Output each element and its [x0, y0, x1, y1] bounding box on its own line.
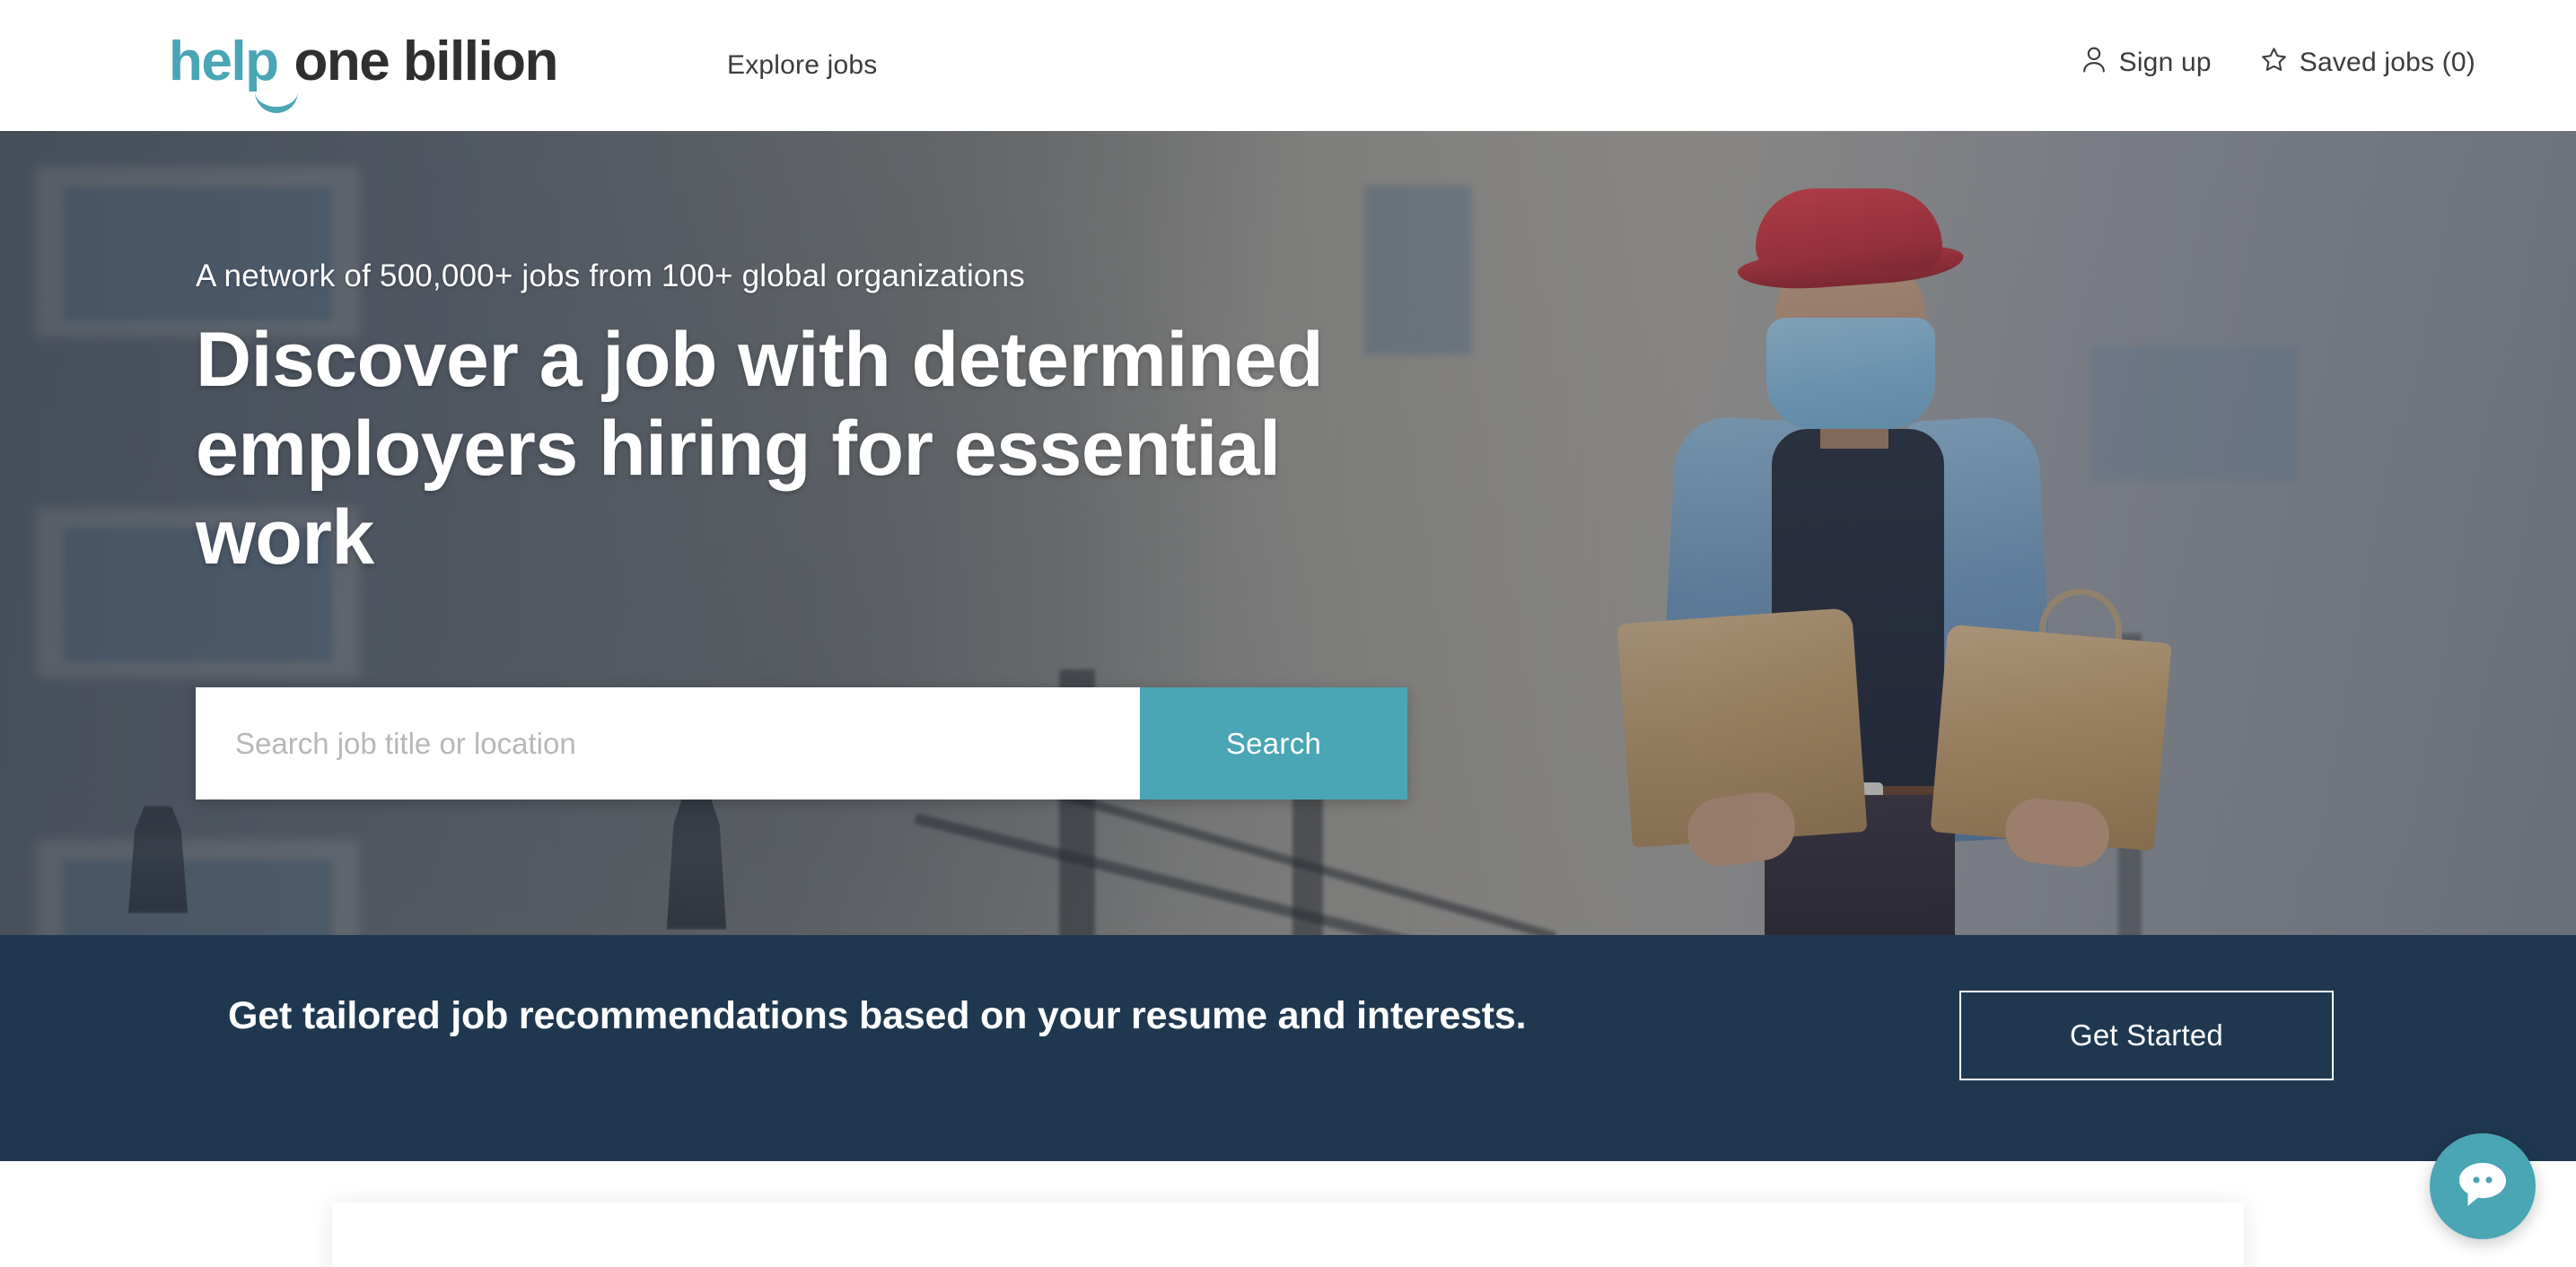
user-icon: [2081, 45, 2107, 81]
saved-jobs-button[interactable]: Saved jobs (0): [2260, 46, 2475, 81]
logo-one-billion-text: one billion: [294, 31, 558, 92]
chat-widget-button[interactable]: [2430, 1133, 2536, 1239]
saved-jobs-label: Saved jobs (0): [2299, 48, 2475, 77]
header-actions: Sign up Saved jobs (0): [2081, 45, 2475, 81]
job-search-form: Search: [196, 687, 1407, 800]
get-started-button[interactable]: Get Started: [1959, 991, 2334, 1080]
sign-up-button[interactable]: Sign up: [2081, 45, 2212, 81]
resume-cta-band: Get tailored job recommendations based o…: [0, 935, 2576, 1161]
search-input[interactable]: [196, 687, 1140, 800]
nav-explore-jobs[interactable]: Explore jobs: [727, 50, 878, 81]
sign-up-label: Sign up: [2118, 48, 2212, 77]
page-root: help one billion Explore jobs Sign up Sa…: [0, 0, 2576, 1267]
search-button[interactable]: Search: [1140, 687, 1407, 800]
content-card: [332, 1202, 2244, 1267]
hero-title: Discover a job with determined employers…: [196, 317, 1324, 581]
cta-headline: Get tailored job recommendations based o…: [228, 994, 1527, 1037]
below-fold-area: [0, 1161, 2576, 1267]
chat-bubble-icon: [2455, 1159, 2510, 1214]
hero-section: A network of 500,000+ jobs from 100+ glo…: [0, 131, 2576, 935]
logo[interactable]: help one billion: [169, 31, 558, 113]
hero-eyebrow: A network of 500,000+ jobs from 100+ glo…: [196, 258, 1025, 293]
star-icon: [2260, 46, 2288, 81]
logo-help-text: help: [169, 31, 279, 92]
logo-smile-icon: [255, 92, 298, 113]
site-header: help one billion Explore jobs Sign up Sa…: [0, 0, 2576, 131]
hero-content: A network of 500,000+ jobs from 100+ glo…: [196, 131, 1632, 935]
